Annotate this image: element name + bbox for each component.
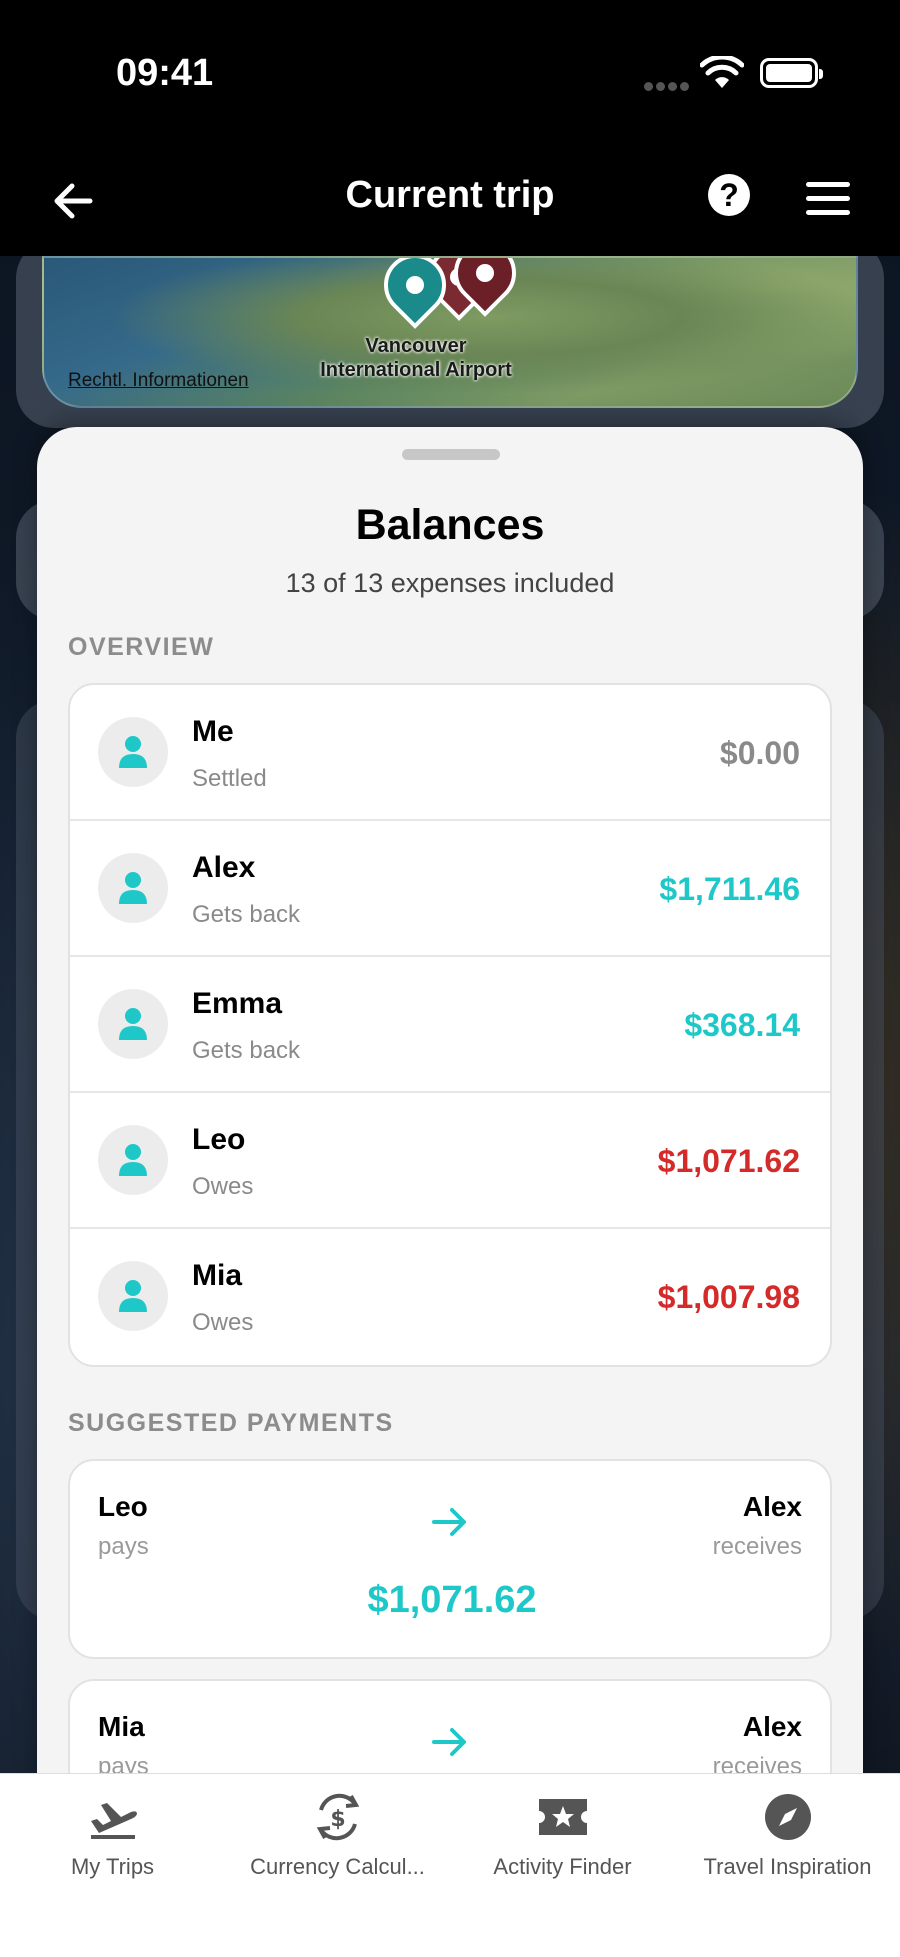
suggested-payments-header: SUGGESTED PAYMENTS <box>68 1409 394 1437</box>
ticket-star-icon <box>538 1799 587 1835</box>
navigation-bar: Current trip ? <box>0 150 900 256</box>
balance-row-emma[interactable]: Emma Gets back $368.14 <box>70 957 830 1093</box>
person-amount: $0.00 <box>719 735 800 771</box>
arrow-right-icon <box>432 1508 466 1536</box>
overview-header: OVERVIEW <box>68 633 215 661</box>
person-status: Owes <box>192 1309 254 1336</box>
person-name: Emma <box>192 987 283 1020</box>
wifi-icon <box>700 56 744 88</box>
trip-map[interactable]: Vancouver International Airport Rechtl. … <box>42 256 858 408</box>
sheet-subtitle: 13 of 13 expenses included <box>285 568 615 598</box>
currency-exchange-icon: $ <box>316 1793 359 1841</box>
person-icon <box>119 1008 147 1040</box>
person-name: Mia <box>192 1259 243 1292</box>
tab-travel-inspiration[interactable]: Travel Inspiration <box>675 1788 900 1880</box>
svg-text:$: $ <box>330 1807 345 1832</box>
person-amount: $1,071.62 <box>657 1143 800 1179</box>
arrow-right-icon <box>432 1728 466 1756</box>
payee-name: Alex <box>742 1711 802 1742</box>
tab-label: Travel Inspiration <box>703 1854 872 1879</box>
avatar <box>98 1125 168 1195</box>
tab-bar: My Trips $ Currency Calcul... Activity F… <box>0 1773 900 1957</box>
map-airport-label: Vancouver International Airport <box>320 335 512 381</box>
avatar <box>98 1261 168 1331</box>
tab-label: Activity Finder <box>493 1854 632 1879</box>
person-icon <box>119 736 147 768</box>
page-title: Current trip <box>345 174 555 216</box>
payment-amount: $1,071.62 <box>367 1579 537 1621</box>
payer-action: pays <box>98 1533 149 1560</box>
balance-row-leo[interactable]: Leo Owes $1,071.62 <box>70 1093 830 1229</box>
balances-sheet: Balances 13 of 13 expenses included OVER… <box>37 427 863 1827</box>
balance-row-alex[interactable]: Alex Gets back $1,711.46 <box>70 821 830 957</box>
person-name: Alex <box>192 851 256 884</box>
status-bar: 09:41 <box>0 0 900 150</box>
person-status: Gets back <box>192 901 301 928</box>
tab-activity-finder[interactable]: Activity Finder <box>450 1788 675 1880</box>
payee-name: Alex <box>742 1491 802 1522</box>
cellular-signal-icon <box>644 78 692 96</box>
help-icon[interactable]: ? <box>708 174 750 216</box>
payer-name: Mia <box>98 1711 145 1742</box>
hamburger-menu-icon[interactable] <box>806 182 850 224</box>
balances-list: Me Settled $0.00 Alex Gets back $1,711.4… <box>68 683 832 1367</box>
balance-row-mia[interactable]: Mia Owes $1,007.98 <box>70 1229 830 1365</box>
tab-label: My Trips <box>70 1854 155 1879</box>
person-name: Me <box>192 715 234 748</box>
payee-action: receives <box>712 1533 802 1560</box>
map-legal-link[interactable]: Rechtl. Informationen <box>68 370 249 392</box>
person-icon <box>119 872 147 904</box>
plane-departure-icon <box>90 1803 137 1839</box>
balance-row-me[interactable]: Me Settled $0.00 <box>70 685 830 821</box>
payment-card[interactable]: Leo pays Alex receives $1,071.62 <box>68 1459 832 1659</box>
person-amount: $368.14 <box>684 1007 800 1043</box>
person-amount: $1,007.98 <box>657 1279 800 1315</box>
sheet-title: Balances <box>355 501 545 549</box>
person-icon <box>119 1144 147 1176</box>
sheet-grabber[interactable] <box>402 449 500 460</box>
person-status: Settled <box>192 765 267 792</box>
tab-currency-calculator[interactable]: $ Currency Calcul... <box>225 1788 450 1880</box>
avatar <box>98 717 168 787</box>
tab-my-trips[interactable]: My Trips <box>0 1788 225 1880</box>
person-icon <box>119 1280 147 1312</box>
tab-label: Currency Calcul... <box>250 1854 425 1879</box>
avatar <box>98 989 168 1059</box>
person-status: Owes <box>192 1173 254 1200</box>
payer-name: Leo <box>98 1491 148 1522</box>
person-name: Leo <box>192 1123 246 1156</box>
battery-icon <box>760 58 823 88</box>
compass-icon <box>764 1794 811 1840</box>
person-amount: $1,711.46 <box>659 871 800 907</box>
person-status: Gets back <box>192 1037 301 1064</box>
avatar <box>98 853 168 923</box>
status-time: 09:41 <box>116 52 214 94</box>
